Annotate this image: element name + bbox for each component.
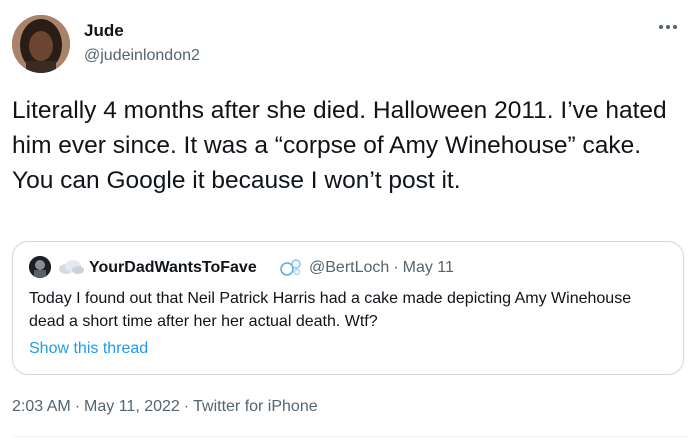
separator: · (74, 398, 81, 415)
separator: · (183, 398, 190, 415)
quoted-meta: @BertLoch · May 11 (309, 257, 454, 279)
tweet-date[interactable]: May 11, 2022 (84, 398, 180, 415)
author-handle[interactable]: @judeinlondon2 (84, 46, 200, 66)
quoted-tweet[interactable]: YourDadWantsToFave @BertLoch · May 11 Toda… (12, 241, 684, 375)
separator: · (393, 259, 399, 276)
tweet-text: Literally 4 months after she died. Hallo… (12, 97, 667, 194)
quoted-author-name[interactable]: YourDadWantsToFave (89, 257, 257, 279)
tweet: Jude @judeinlondon2 Literally 4 months a… (0, 0, 700, 444)
tweet-source[interactable]: Twitter for iPhone (193, 398, 318, 415)
quoted-avatar[interactable] (29, 256, 51, 278)
cloud-emoji-icon (59, 260, 84, 274)
avatar[interactable] (12, 15, 70, 73)
quoted-date[interactable]: May 11 (403, 259, 454, 276)
divider (12, 436, 688, 437)
tweet-meta: 2:03 AM · May 11, 2022 · Twitter for iPhone (12, 396, 318, 418)
quoted-author-handle[interactable]: @BertLoch (309, 259, 389, 276)
more-button[interactable] (654, 20, 682, 42)
show-thread-link[interactable]: Show this thread (29, 338, 148, 360)
bubbles-emoji-icon (280, 259, 301, 276)
tweet-time[interactable]: 2:03 AM (12, 398, 71, 415)
quoted-tweet-text: Today I found out that Neil Patrick Harr… (29, 290, 632, 330)
more-horizontal-icon (659, 25, 677, 29)
author-name[interactable]: Jude (84, 20, 124, 42)
